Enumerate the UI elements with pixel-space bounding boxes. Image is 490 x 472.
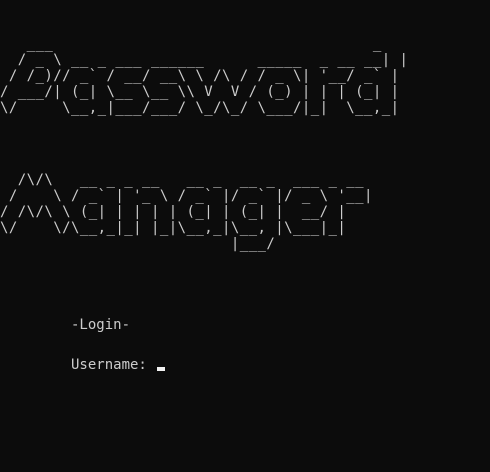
banner-password: ___ _ / _ \ __ _ ___ ______ _____ _ __ _… — [0, 36, 409, 116]
username-prompt[interactable]: Username: — [71, 357, 166, 373]
text-cursor — [157, 367, 166, 371]
console-window[interactable]: ___ _ / _ \ __ _ ___ ______ _____ _ __ _… — [0, 0, 490, 472]
login-header: -Login- — [71, 317, 131, 333]
banner-manager: /\/\ __ _ _ __ __ _ __ _ ___ _ __ / \ / … — [0, 172, 373, 252]
username-label: Username: — [71, 357, 156, 373]
